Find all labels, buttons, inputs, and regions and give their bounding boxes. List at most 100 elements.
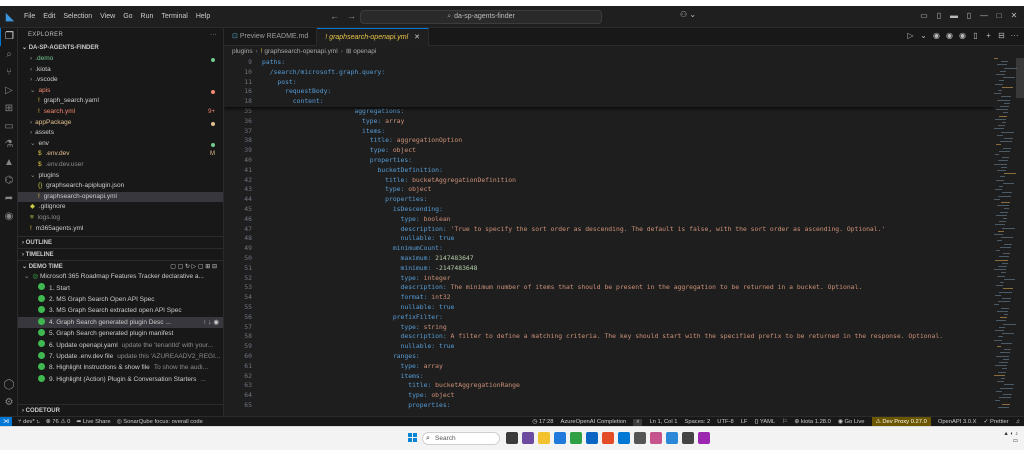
back-arrow-icon[interactable]: ← <box>330 11 339 21</box>
dev-proxy-icon[interactable]: ⌬ <box>0 172 18 190</box>
menu-item-go[interactable]: Go <box>119 13 136 20</box>
live-share-icon[interactable]: ➦ <box>0 190 18 208</box>
demo-step-item[interactable]: 4. Graph Search generated plugin Desc ..… <box>18 316 223 329</box>
powerpoint-icon[interactable] <box>602 432 614 444</box>
file-tree-item[interactable]: ◆ .gitignore <box>18 202 223 213</box>
toggle-secondary-sidebar-icon[interactable]: ▯ <box>963 10 975 22</box>
azure-status[interactable]: AzureOpenAI Completion <box>560 419 626 425</box>
breadcrumb-item[interactable]: plugins <box>232 48 253 55</box>
menu-item-terminal[interactable]: Terminal <box>157 13 191 20</box>
close-icon[interactable]: ✕ <box>1008 10 1020 22</box>
live-share-status[interactable]: ➦ Live Share <box>76 419 110 425</box>
maximize-icon[interactable]: □ <box>993 10 1005 22</box>
settings-gear-icon[interactable]: ⚙ <box>0 394 18 412</box>
app-icon[interactable] <box>650 432 662 444</box>
terminal-icon[interactable] <box>634 432 646 444</box>
menu-item-run[interactable]: Run <box>137 13 158 20</box>
file-tree-item[interactable]: › assets <box>18 128 223 139</box>
file-tree-item[interactable]: ⌄ env <box>18 139 223 150</box>
file-tree-item[interactable]: ! graph_search.yaml <box>18 96 223 107</box>
copilot-chat-icon[interactable]: ◉ <box>931 31 942 40</box>
demo-time-section[interactable]: ⌄ DEMO TIME ▢ ▢ ↻ ▷ ▢ ⊞ ⊟ <box>18 260 223 272</box>
menu-item-selection[interactable]: Selection <box>59 13 96 20</box>
explorer-icon[interactable]: ❐ <box>0 28 18 46</box>
file-tree-item[interactable]: › appPackage <box>18 118 223 129</box>
account-icon[interactable]: ◯ <box>0 376 18 394</box>
run-debug-icon[interactable]: ▷ <box>0 82 18 100</box>
sonar-status[interactable]: ◎ SonarQube focus: overall code <box>117 419 203 425</box>
demo-step-item[interactable]: 1. Start <box>18 283 223 294</box>
encoding-status[interactable]: UTF-8 <box>717 419 733 425</box>
file-explorer-icon[interactable] <box>538 432 550 444</box>
task-view-icon[interactable] <box>506 432 518 444</box>
demo-step-item[interactable]: 9. Highlight (Action) Plugin & Conversat… <box>18 374 223 385</box>
time-status[interactable]: ◷ 17:28 <box>532 419 553 425</box>
minimize-icon[interactable]: — <box>978 10 990 22</box>
openapi-status[interactable]: OpenAPI 3.0.X <box>938 419 977 425</box>
search-icon[interactable]: ⌕ <box>0 46 18 64</box>
eol-status[interactable]: LF <box>741 419 748 425</box>
demo-step-item[interactable]: 5. Graph Search generated plugin manifes… <box>18 328 223 339</box>
language-mode[interactable]: {} YAML <box>754 419 775 425</box>
menu-item-view[interactable]: View <box>96 13 119 20</box>
copilot-icon[interactable]: ⚇ ⌄ <box>680 10 696 19</box>
codetour-section[interactable]: › CODETOUR <box>18 404 223 416</box>
search-status-icon[interactable]: ⌕ <box>633 418 643 426</box>
app-icon-2[interactable] <box>666 432 678 444</box>
toggle-panel-icon[interactable]: ▬ <box>948 10 960 22</box>
demo-time-icon[interactable]: ◉ <box>0 208 18 226</box>
go-live-status[interactable]: ◉ Go Live <box>838 419 865 425</box>
split-editor-icon[interactable]: ▯ <box>970 31 981 40</box>
kiota-status[interactable]: ⊕ kiota 1.28.0 <box>794 419 830 425</box>
file-tree-item[interactable]: {} graphsearch-apiplugin.json <box>18 181 223 192</box>
windows-start-icon[interactable] <box>408 433 418 443</box>
file-tree-item[interactable]: ⌄ plugins <box>18 171 223 182</box>
dev-proxy-status[interactable]: ⚠ Dev Proxy 0.27.0 <box>871 417 931 426</box>
remote-indicator-icon[interactable]: ⋊ <box>0 416 12 426</box>
run-icon[interactable]: ▷ <box>905 31 916 40</box>
file-tree-item[interactable]: $ .env.dev.user <box>18 160 223 171</box>
timeline-section[interactable]: › TIMELINE <box>18 248 223 260</box>
preview-icon[interactable]: ◉ <box>957 31 968 40</box>
app-icon-4[interactable] <box>698 432 710 444</box>
vscode-taskbar-icon[interactable] <box>618 432 630 444</box>
editor-tab[interactable]: ⊡ Preview README.md <box>224 28 318 46</box>
file-tree-item[interactable]: ! search.yml 9+ <box>18 107 223 118</box>
more-actions-icon[interactable]: ··· <box>210 28 217 42</box>
chevron-down-icon[interactable]: ⌄ <box>918 31 929 40</box>
layout-icon[interactable]: ▭ <box>918 10 930 22</box>
file-tree-item[interactable]: ≡ logs.log <box>18 213 223 224</box>
command-center[interactable]: ⌕ da-sp-agents-finder <box>360 10 602 24</box>
file-tree-item[interactable]: ! graphsearch-openapi.yml <box>18 191 223 203</box>
testing-icon[interactable]: ⚗ <box>0 136 18 154</box>
taskbar-search[interactable]: ⌕ Search <box>422 432 500 445</box>
notifications-icon[interactable]: ♫ <box>1016 419 1020 425</box>
file-tree-item[interactable]: $ .env.dev M <box>18 149 223 160</box>
demo-step-item[interactable]: 6. Update openapi.yaml update the 'tenant… <box>18 340 223 351</box>
azure-icon[interactable]: ▲ <box>0 154 18 172</box>
project-folder-header[interactable]: ⌄ DA-SP-AGENTS-FINDER <box>18 42 223 54</box>
demo-step-item[interactable]: 3. MS Graph Search extracted open API Sp… <box>18 305 223 316</box>
demo-step-item[interactable]: 2. MS Graph Search Open API Spec <box>18 294 223 305</box>
demo-step-actions[interactable]: ↑ ↓ ◉ <box>200 316 219 329</box>
file-tree-item[interactable]: ! m365agents.yml <box>18 224 223 235</box>
remote-explorer-icon[interactable]: ▭ <box>0 118 18 136</box>
chrome-icon[interactable] <box>570 432 582 444</box>
more-actions-icon[interactable]: ··· <box>1009 31 1020 40</box>
cursor-position[interactable]: Ln 1, Col 1 <box>649 419 677 425</box>
demo-step-item[interactable]: 7. Update .env.dev file update this 'AZUR… <box>18 351 223 362</box>
menu-item-edit[interactable]: Edit <box>39 13 59 20</box>
minimap[interactable] <box>994 58 1017 416</box>
outline-section[interactable]: › OUTLINE <box>18 236 223 248</box>
prettier-status[interactable]: ✓ Prettier <box>983 419 1008 425</box>
toggle-sidebar-icon[interactable]: ▯ <box>933 10 945 22</box>
breadcrumb-item[interactable]: graphsearch-openapi.yml <box>264 48 337 55</box>
system-tray[interactable]: ▲ ◐ ♪ ▭ <box>1003 431 1018 445</box>
kiota-icon[interactable]: ◉ <box>944 31 955 40</box>
menu-item-help[interactable]: Help <box>192 13 214 20</box>
extensions-icon[interactable]: ⊞ <box>0 100 18 118</box>
breadcrumb-item[interactable]: openapi <box>353 48 376 55</box>
file-tree-item[interactable]: ⌄ apis <box>18 86 223 97</box>
source-control-icon[interactable]: ⑂ <box>0 64 18 82</box>
app-icon-3[interactable] <box>682 432 694 444</box>
